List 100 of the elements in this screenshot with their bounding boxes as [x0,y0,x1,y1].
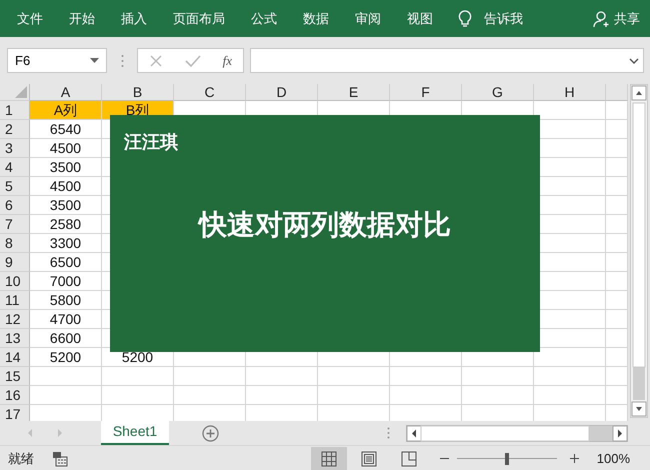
column-header[interactable]: F [390,84,462,101]
name-box[interactable]: F6 [7,48,107,73]
table-cell: 6540 [30,120,102,139]
zoom-slider-thumb[interactable] [504,452,509,464]
column-header[interactable]: D [246,84,318,101]
table-cell: 3300 [30,234,102,253]
column-header[interactable]: B [102,84,174,101]
row-header[interactable]: 8 [0,234,30,253]
table-cell [606,101,628,120]
table-cell [606,120,628,139]
banner-title: 快速对两列数据对比 [199,208,451,242]
table-cell [174,386,246,405]
table-cell: 4700 [30,310,102,329]
expand-icon [629,58,639,64]
table-cell: 5800 [30,291,102,310]
table-cell: A列 [30,101,102,120]
macro-record-icon[interactable] [52,450,68,466]
table-cell [606,139,628,158]
row-header[interactable]: 4 [0,158,30,177]
column-header[interactable]: C [174,84,246,101]
table-cell [174,367,246,386]
grip-icon [387,427,390,439]
zoom-slider[interactable] [456,452,557,464]
table-cell [246,367,318,386]
status-text: 就绪 [8,450,34,468]
column-header[interactable]: H [534,84,606,101]
table-cell [390,367,462,386]
table-cell [390,386,462,405]
column-header[interactable]: A [30,84,102,101]
ribbon-tab[interactable]: 文件 [4,0,56,37]
row-header[interactable]: 17 [0,405,30,421]
ribbon-tab[interactable]: 页面布局 [160,0,238,37]
table-cell [462,386,534,405]
sheet-tab[interactable]: Sheet1 [101,420,169,444]
table-cell [318,367,390,386]
person-add-icon [593,10,611,28]
table-cell [606,348,628,367]
formula-input[interactable] [250,48,644,73]
checkmark-icon[interactable] [184,54,201,68]
ribbon-tab[interactable]: 开始 [56,0,108,37]
table-cell [102,367,174,386]
dropdown-icon [90,58,99,63]
horizontal-scrollbar[interactable] [406,424,628,442]
row-header[interactable]: 13 [0,329,30,348]
row-header[interactable]: 9 [0,253,30,272]
ribbon-tab[interactable]: 视图 [394,0,446,37]
row-header[interactable]: 5 [0,177,30,196]
table-cell: 6600 [30,329,102,348]
table-cell: 7000 [30,272,102,291]
vertical-scrollbar[interactable] [630,84,648,418]
table-cell: 6500 [30,253,102,272]
table-cell [606,196,628,215]
lightbulb-icon [458,10,472,28]
zoom-in-icon[interactable] [570,454,580,463]
table-cell [246,386,318,405]
row-header[interactable]: 16 [0,386,30,405]
page-icon [360,450,377,466]
table-cell [606,310,628,329]
share-button[interactable]: 共享 [593,0,640,37]
row-header[interactable]: 12 [0,310,30,329]
table-cell [534,367,606,386]
ribbon-tab[interactable]: 审阅 [342,0,394,37]
row-header[interactable]: 7 [0,215,30,234]
row-header[interactable]: 10 [0,272,30,291]
table-cell [462,367,534,386]
cancel-icon[interactable] [148,54,163,68]
table-cell: 5200 [30,348,102,367]
row-header[interactable]: 15 [0,367,30,386]
row-header[interactable]: 6 [0,196,30,215]
table-cell [606,329,628,348]
table-cell: 2580 [30,215,102,234]
row-header[interactable]: 14 [0,348,30,367]
insert-function-button[interactable]: fx [222,52,232,68]
normal-view-button[interactable] [310,446,347,470]
row-header[interactable]: 1 [0,101,30,120]
ribbon-tab[interactable]: 公式 [238,0,290,37]
table-cell [606,234,628,253]
table-cell [606,386,628,405]
page-break-icon [400,450,417,466]
table-cell [534,386,606,405]
add-sheet-icon[interactable] [202,424,219,442]
zoom-level: 100% [596,451,630,466]
row-header[interactable]: 2 [0,120,30,139]
tell-me-button[interactable]: 告诉我 [458,0,523,37]
table-cell [606,367,628,386]
ribbon-tab[interactable]: 数据 [290,0,342,37]
table-cell: 4500 [30,139,102,158]
row-header[interactable]: 11 [0,291,30,310]
grip-icon [121,54,124,68]
table-cell [318,386,390,405]
column-header[interactable]: E [318,84,390,101]
grid-icon [320,450,337,466]
column-header[interactable]: G [462,84,534,101]
ribbon-tab[interactable]: 插入 [108,0,160,37]
table-cell: 3500 [30,158,102,177]
table-cell [606,272,628,291]
banner-author: 汪汪琪 [124,131,178,154]
table-cell [606,158,628,177]
table-cell [102,386,174,405]
row-header[interactable]: 3 [0,139,30,158]
